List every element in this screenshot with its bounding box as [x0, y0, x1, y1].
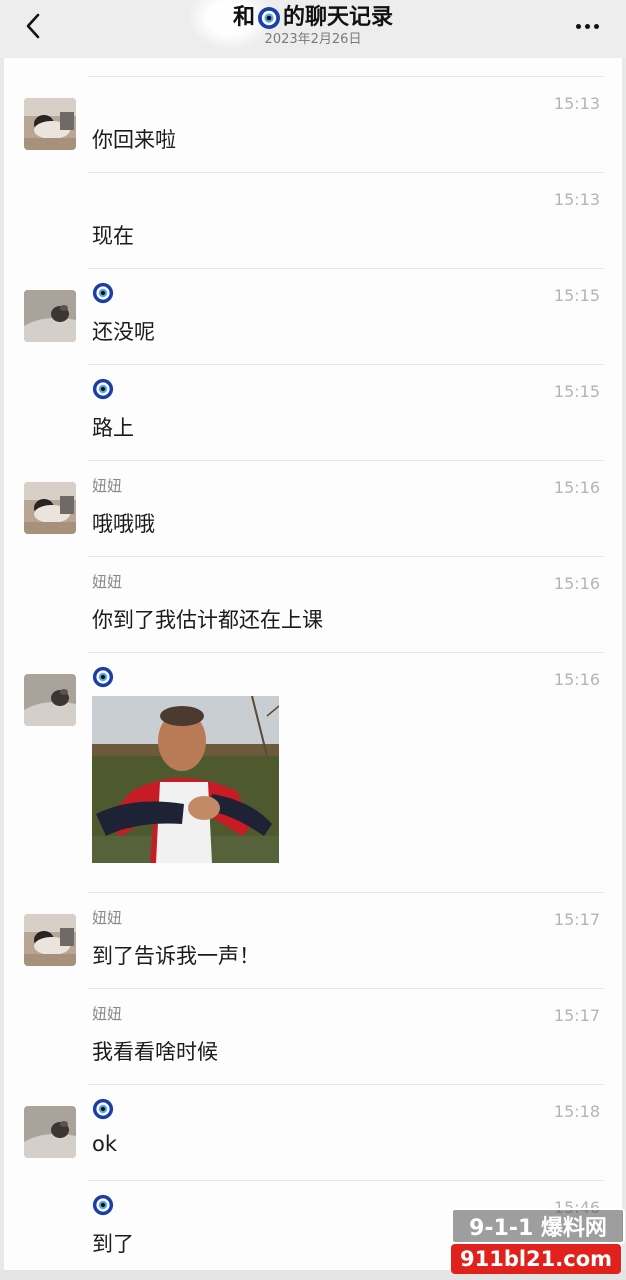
message-time: 15:17	[553, 1006, 600, 1025]
message-list[interactable]: 15:13 你回来啦 15:13 现在 15:15 还没呢 15:15 路上 妞…	[4, 58, 622, 1270]
more-dot-icon	[575, 23, 581, 29]
message-time: 15:13	[553, 94, 600, 113]
divider	[88, 76, 604, 77]
more-dot-icon	[593, 23, 599, 29]
avatar-image	[24, 674, 76, 726]
sender-name	[92, 666, 114, 688]
message-text: 你回来啦	[92, 128, 176, 152]
message-row[interactable]: 15:18 ok	[4, 1084, 622, 1180]
avatar-image	[24, 290, 76, 342]
message-row[interactable]: 妞妞 15:17 我看看啥时候	[4, 988, 622, 1084]
message-row[interactable]: 妞妞 15:16 哦哦哦	[4, 460, 622, 556]
message-time: 15:15	[553, 382, 600, 401]
message-row[interactable]: 15:13 你回来啦	[4, 76, 622, 172]
divider	[88, 268, 604, 269]
sender-name	[92, 1194, 114, 1216]
nazar-eye-icon	[92, 666, 114, 688]
sender-name	[92, 1098, 114, 1120]
nazar-eye-icon	[257, 6, 281, 30]
page-title: 和 的聊天记录	[233, 4, 393, 32]
divider	[88, 460, 604, 461]
message-time: 15:16	[553, 670, 600, 689]
nazar-eye-icon	[92, 378, 114, 400]
avatar[interactable]	[24, 1106, 76, 1158]
message-row[interactable]: 15:16	[4, 652, 622, 892]
message-text: 哦哦哦	[92, 512, 155, 536]
avatar[interactable]	[24, 674, 76, 726]
divider	[88, 1180, 604, 1181]
message-text: 到了	[92, 1232, 134, 1256]
message-text: 路上	[92, 416, 134, 440]
sticker-image[interactable]	[92, 696, 279, 863]
divider	[88, 364, 604, 365]
nazar-eye-icon	[92, 282, 114, 304]
message-text: 现在	[92, 224, 134, 248]
message-text: 到了告诉我一声！	[92, 944, 260, 968]
sender-name: 妞妞	[92, 908, 123, 927]
avatar-image	[24, 914, 76, 966]
message-text: 你到了我估计都还在上课	[92, 608, 323, 632]
message-time: 15:13	[553, 190, 600, 209]
sender-name: 妞妞	[92, 476, 123, 495]
divider	[88, 1084, 604, 1085]
avatar[interactable]	[24, 98, 76, 150]
message-row[interactable]: 15:15 还没呢	[4, 268, 622, 364]
avatar-image	[24, 1106, 76, 1158]
avatar[interactable]	[24, 482, 76, 534]
divider	[88, 652, 604, 653]
divider	[88, 556, 604, 557]
message-text: ok	[92, 1132, 118, 1156]
sticker-image-content	[92, 696, 279, 863]
message-row[interactable]: 妞妞 15:17 到了告诉我一声！	[4, 892, 622, 988]
message-row[interactable]: 15:13 现在	[4, 172, 622, 268]
sender-name	[92, 378, 114, 400]
title-prefix: 和	[232, 5, 255, 30]
avatar-image	[24, 482, 76, 534]
watermark-top: 9-1-1 爆料网	[451, 1208, 625, 1244]
more-dot-icon	[584, 23, 590, 29]
message-text: 还没呢	[92, 320, 155, 344]
sender-name: 妞妞	[92, 572, 123, 591]
chat-header: 和 的聊天记录 2023年2月26日	[0, 0, 626, 58]
nazar-eye-icon	[92, 1098, 114, 1120]
avatar[interactable]	[24, 914, 76, 966]
message-time: 15:15	[553, 286, 600, 305]
watermark-logo: 9-1-1 爆料网 911bl21.com	[447, 1204, 625, 1276]
message-time: 15:17	[553, 910, 600, 929]
watermark-url: 911bl21.com	[451, 1244, 621, 1274]
message-time: 15:18	[553, 1102, 600, 1121]
sender-name	[92, 282, 114, 304]
sender-name: 妞妞	[92, 1004, 123, 1023]
message-time: 15:16	[553, 574, 600, 593]
message-time: 15:16	[553, 478, 600, 497]
message-row[interactable]: 妞妞 15:16 你到了我估计都还在上课	[4, 556, 622, 652]
chat-date: 2023年2月26日	[264, 32, 362, 47]
divider	[88, 172, 604, 173]
more-button[interactable]	[572, 14, 602, 38]
title-suffix: 的聊天记录	[283, 5, 394, 30]
divider	[88, 892, 604, 893]
message-text: 我看看啥时候	[92, 1040, 218, 1064]
message-row[interactable]: 15:15 路上	[4, 364, 622, 460]
avatar-image	[24, 98, 76, 150]
nazar-eye-icon	[92, 1194, 114, 1216]
divider	[88, 988, 604, 989]
avatar[interactable]	[24, 290, 76, 342]
